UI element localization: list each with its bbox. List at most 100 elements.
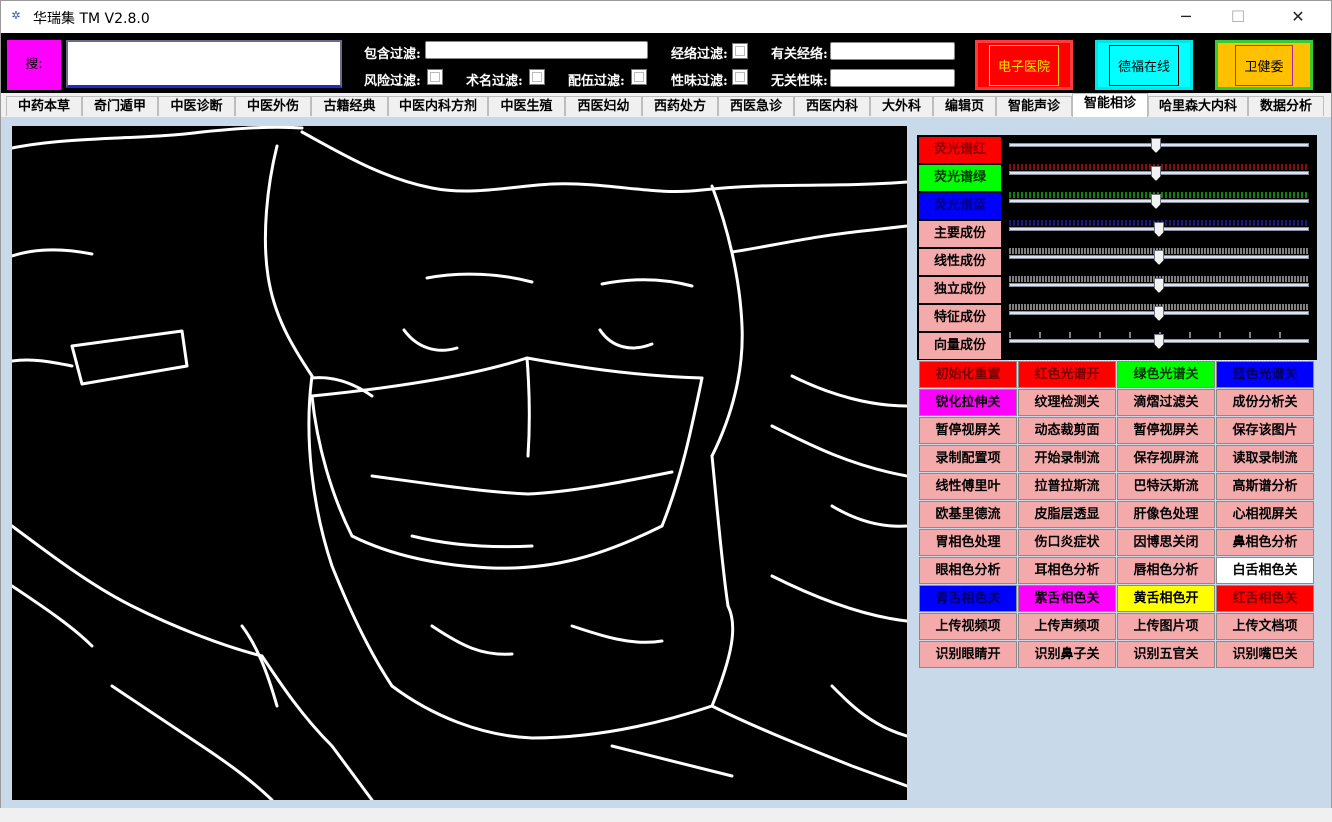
slider-thumb-2[interactable] bbox=[1151, 166, 1161, 181]
tab-4[interactable]: 中医外伤 bbox=[235, 96, 311, 116]
function-button-r5c2[interactable]: 拉普拉斯流 bbox=[1018, 473, 1116, 500]
function-button-r5c4[interactable]: 高斯谱分析 bbox=[1216, 473, 1314, 500]
tab-17[interactable]: 数据分析 bbox=[1248, 96, 1324, 116]
slider-label-8: 向量成份 bbox=[919, 333, 1001, 359]
tab-16[interactable]: 哈里森大内科 bbox=[1148, 96, 1248, 116]
function-button-r2c3[interactable]: 滴熠过滤关 bbox=[1117, 389, 1215, 416]
function-button-r2c1[interactable]: 锐化拉伸关 bbox=[919, 389, 1017, 416]
function-button-r6c4[interactable]: 心相视屏关 bbox=[1216, 501, 1314, 528]
function-button-r7c4[interactable]: 鼻相色分析 bbox=[1216, 529, 1314, 556]
function-button-r1c3[interactable]: 绿色光谱关 bbox=[1117, 361, 1215, 388]
tab-8[interactable]: 西医妇幼 bbox=[565, 96, 642, 116]
function-button-r4c1[interactable]: 录制配置项 bbox=[919, 445, 1017, 472]
risk-filter-label: 风险过滤: bbox=[364, 74, 421, 89]
function-button-r11c2[interactable]: 识别鼻子关 bbox=[1018, 641, 1116, 668]
slider-thumb-8[interactable] bbox=[1154, 334, 1164, 349]
search-label: 搜: bbox=[7, 40, 61, 90]
function-button-r7c1[interactable]: 胃相色处理 bbox=[919, 529, 1017, 556]
function-button-r4c3[interactable]: 保存视屏流 bbox=[1117, 445, 1215, 472]
function-button-r3c1[interactable]: 暂停视屏关 bbox=[919, 417, 1017, 444]
tab-12[interactable]: 大外科 bbox=[870, 96, 933, 116]
health-commission-button[interactable]: 卫健委 bbox=[1215, 40, 1313, 90]
function-button-r9c3[interactable]: 黄舌相色开 bbox=[1117, 585, 1215, 612]
slider-ticks-8 bbox=[1009, 351, 1309, 366]
tab-6[interactable]: 中医内科方剂 bbox=[388, 96, 488, 116]
compat-filter-label: 配伍过滤: bbox=[568, 74, 625, 89]
related-meridian-input[interactable] bbox=[830, 42, 955, 60]
meridian-filter-checkbox[interactable] bbox=[732, 43, 748, 59]
electronic-hospital-label: 电子医院 bbox=[988, 44, 1059, 86]
function-button-r8c4[interactable]: 白舌相色关 bbox=[1216, 557, 1314, 584]
camera-preview bbox=[12, 126, 907, 800]
function-button-r8c2[interactable]: 耳相色分析 bbox=[1018, 557, 1116, 584]
tab-9[interactable]: 西药处方 bbox=[642, 96, 718, 116]
function-button-r11c1[interactable]: 识别眼睛开 bbox=[919, 641, 1017, 668]
nature-filter-checkbox[interactable] bbox=[732, 69, 748, 85]
surgery-filter-checkbox[interactable] bbox=[529, 69, 545, 85]
title-bar: ✲ 华瑞集 TM V2.8.0 ─ ☐ ✕ bbox=[1, 1, 1331, 33]
tab-7[interactable]: 中医生殖 bbox=[488, 96, 565, 116]
function-button-r5c1[interactable]: 线性傅里叶 bbox=[919, 473, 1017, 500]
function-button-r6c3[interactable]: 肝像色处理 bbox=[1117, 501, 1215, 528]
function-button-r10c4[interactable]: 上传文档项 bbox=[1216, 613, 1314, 640]
unrelated-nature-input[interactable] bbox=[830, 69, 955, 87]
tab-1[interactable]: 中药本草 bbox=[6, 96, 82, 116]
tab-15[interactable]: 智能相诊 bbox=[1072, 93, 1148, 117]
slider-thumb-1[interactable] bbox=[1151, 138, 1161, 153]
window-title: 华瑞集 TM V2.8.0 bbox=[33, 11, 150, 27]
tab-5[interactable]: 古籍经典 bbox=[311, 96, 388, 116]
function-button-r7c2[interactable]: 伤口炎症状 bbox=[1018, 529, 1116, 556]
function-button-r1c4[interactable]: 蓝色光谱关 bbox=[1216, 361, 1314, 388]
function-button-r6c1[interactable]: 欧基里德流 bbox=[919, 501, 1017, 528]
electronic-hospital-button[interactable]: 电子医院 bbox=[975, 40, 1073, 90]
function-button-r3c2[interactable]: 动态裁剪面 bbox=[1018, 417, 1116, 444]
function-button-r7c3[interactable]: 因博思关闭 bbox=[1117, 529, 1215, 556]
compat-filter-checkbox[interactable] bbox=[631, 69, 647, 85]
function-button-r3c4[interactable]: 保存该图片 bbox=[1216, 417, 1314, 444]
function-button-r10c3[interactable]: 上传图片项 bbox=[1117, 613, 1215, 640]
slider-ticks-2 bbox=[1009, 183, 1309, 198]
tab-10[interactable]: 西医急诊 bbox=[718, 96, 794, 116]
slider-thumb-5[interactable] bbox=[1154, 250, 1164, 265]
function-button-r8c1[interactable]: 眼相色分析 bbox=[919, 557, 1017, 584]
function-button-r10c1[interactable]: 上传视频项 bbox=[919, 613, 1017, 640]
function-button-r3c3[interactable]: 暂停视屏关 bbox=[1117, 417, 1215, 444]
close-button[interactable]: ✕ bbox=[1275, 1, 1321, 33]
tab-11[interactable]: 西医内科 bbox=[794, 96, 870, 116]
minimize-button[interactable]: ─ bbox=[1163, 1, 1209, 33]
function-button-r10c2[interactable]: 上传声频项 bbox=[1018, 613, 1116, 640]
function-button-r8c3[interactable]: 唇相色分析 bbox=[1117, 557, 1215, 584]
online-button[interactable]: 德福在线 bbox=[1095, 40, 1193, 90]
slider-label-4: 主要成份 bbox=[919, 221, 1001, 247]
function-button-r11c3[interactable]: 识别五官关 bbox=[1117, 641, 1215, 668]
tab-14[interactable]: 智能声诊 bbox=[996, 96, 1072, 116]
slider-ticks-1 bbox=[1009, 155, 1309, 170]
include-filter-input[interactable] bbox=[425, 41, 648, 59]
function-button-r9c2[interactable]: 紫舌相色关 bbox=[1018, 585, 1116, 612]
function-button-r11c4[interactable]: 识别嘴巴关 bbox=[1216, 641, 1314, 668]
search-input[interactable] bbox=[66, 40, 342, 88]
function-button-r4c2[interactable]: 开始录制流 bbox=[1018, 445, 1116, 472]
content-area: 荧光谱红 荧光谱绿 荧光谱蓝 主要成份 线性成份 独立成份 特征成份 向量成份 初始化重置 红色… bbox=[1, 117, 1331, 809]
tab-13[interactable]: 编辑页 bbox=[933, 96, 996, 116]
function-button-r2c2[interactable]: 纹理检测关 bbox=[1018, 389, 1116, 416]
function-button-r5c3[interactable]: 巴特沃斯流 bbox=[1117, 473, 1215, 500]
maximize-button[interactable]: ☐ bbox=[1215, 1, 1261, 33]
slider-thumb-3[interactable] bbox=[1151, 194, 1161, 209]
slider-thumb-7[interactable] bbox=[1154, 306, 1164, 321]
slider-thumb-6[interactable] bbox=[1154, 278, 1164, 293]
tab-2[interactable]: 奇门遁甲 bbox=[82, 96, 158, 116]
function-button-r1c2[interactable]: 红色光谱开 bbox=[1018, 361, 1116, 388]
slider-thumb-4[interactable] bbox=[1154, 222, 1164, 237]
function-button-r9c1[interactable]: 青舌相色关 bbox=[919, 585, 1017, 612]
function-button-r4c4[interactable]: 读取录制流 bbox=[1216, 445, 1314, 472]
status-bar bbox=[0, 808, 1332, 822]
function-button-r6c2[interactable]: 皮脂层透显 bbox=[1018, 501, 1116, 528]
function-button-r2c4[interactable]: 成份分析关 bbox=[1216, 389, 1314, 416]
health-commission-label: 卫健委 bbox=[1235, 44, 1293, 86]
tab-3[interactable]: 中医诊断 bbox=[158, 96, 235, 116]
slider-label-2: 荧光谱绿 bbox=[919, 165, 1001, 191]
function-button-r9c4[interactable]: 红舌相色关 bbox=[1216, 585, 1314, 612]
risk-filter-checkbox[interactable] bbox=[427, 69, 443, 85]
function-button-r1c1[interactable]: 初始化重置 bbox=[919, 361, 1017, 388]
